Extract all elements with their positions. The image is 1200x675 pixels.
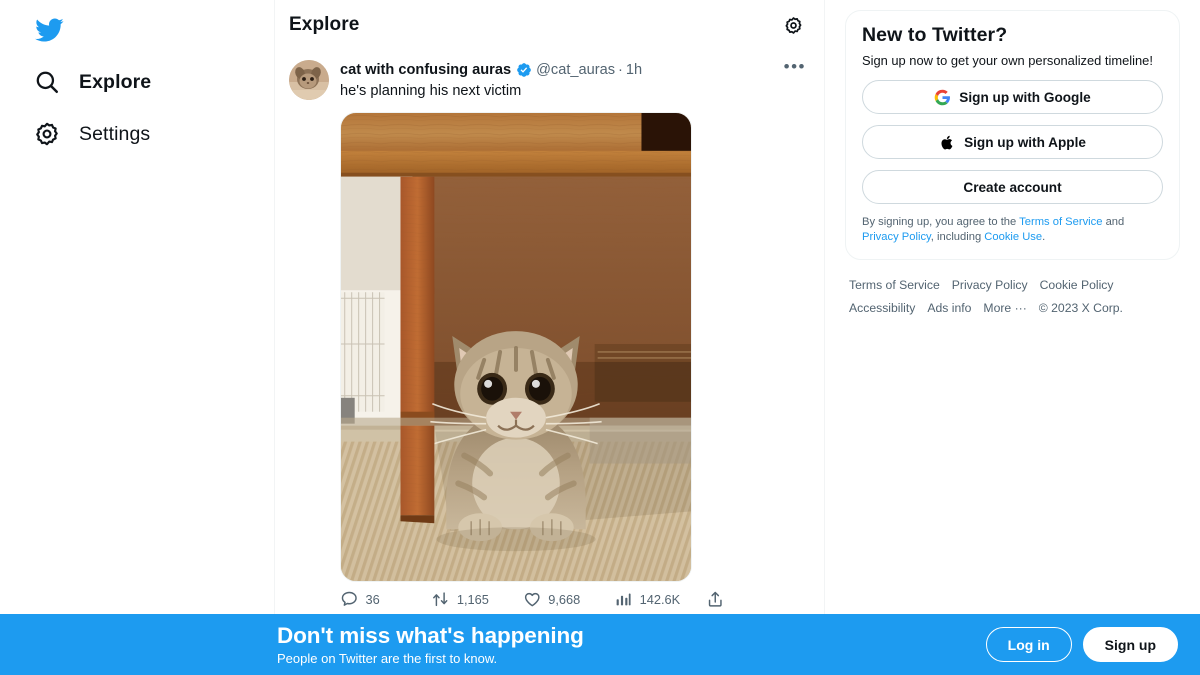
tweet-meta: cat with confusing auras @cat_auras · 1h… [340,58,810,80]
search-icon [34,69,60,95]
views-count: 142.6K [639,591,681,607]
share-icon [706,590,725,609]
tweet-separator: · [618,62,623,78]
signup-legal-text: By signing up, you agree to the Terms of… [862,215,1163,245]
like-button[interactable]: 9,668 [523,590,614,609]
signup-card-subtitle: Sign up now to get your own personalized… [862,53,1153,68]
banner-heading: Don't miss what's happening [277,622,584,648]
gear-icon [784,16,803,35]
sidebar-item-explore[interactable]: Explore [0,56,169,108]
sign-up-with-google-button[interactable]: Sign up with Google [862,80,1163,114]
signup-card: New to Twitter? Sign up now to get your … [845,10,1180,260]
center-column: Explore cat with confusing auras @cat_au… [275,0,825,675]
retweet-count: 1,165 [456,591,489,607]
footer-link-privacy-policy[interactable]: Privacy Policy [952,276,1028,295]
sidebar-item-label: Explore [79,70,152,93]
footer-copyright: © 2023 X Corp. [1038,301,1123,315]
banner-buttons: Log in Sign up [985,627,1178,662]
banner-inner: Don't miss what's happening People on Tw… [275,623,1178,667]
footer-link-ads-info[interactable]: Ads info [927,299,971,318]
google-icon [934,89,951,106]
center-header: Explore [275,0,824,50]
gear-icon [34,121,60,147]
signup-banner: Don't miss what's happening People on Tw… [0,614,1200,675]
page-title: Explore [289,14,360,35]
footer-link-cookie-policy[interactable]: Cookie Policy [1040,276,1114,295]
cookie-use-link[interactable]: Cookie Use [984,231,1042,243]
reply-icon [340,590,359,609]
create-account-label: Create account [963,179,1062,195]
heart-icon [523,590,542,609]
like-count: 9,668 [548,591,581,607]
verified-badge-icon [514,62,533,78]
share-button[interactable] [706,590,725,609]
explore-settings-button[interactable] [776,8,810,42]
views-button[interactable]: 142.6K [614,590,705,609]
twitter-bird-icon[interactable] [34,15,64,45]
terms-of-service-link[interactable]: Terms of Service [1019,216,1102,228]
twitter-explore-page: Explore Settings Explore cat with confus… [0,0,1200,675]
tweet-timestamp[interactable]: 1h [626,60,642,80]
banner-text: Don't miss what's happening People on Tw… [277,623,584,667]
log-in-button[interactable]: Log in [985,627,1072,662]
sign-up-with-apple-label: Sign up with Apple [964,134,1086,150]
left-sidebar: Explore Settings [0,0,275,675]
tweet[interactable]: cat with confusing auras @cat_auras · 1h… [275,50,824,609]
create-account-button[interactable]: Create account [862,170,1163,204]
signup-card-title: New to Twitter? [862,24,1008,46]
reply-count: 36 [365,591,380,607]
footer-link-accessibility[interactable]: Accessibility [849,299,915,318]
tweet-body: cat with confusing auras @cat_auras · 1h… [340,58,810,609]
tweet-display-name[interactable]: cat with confusing auras [340,60,511,80]
footer-link-terms-of-service[interactable]: Terms of Service [849,276,940,295]
more-options-icon[interactable]: ••• [780,58,810,78]
sign-up-button[interactable]: Sign up [1082,627,1178,662]
footer-link-more[interactable]: More ··· [983,299,1026,318]
logo-row [0,4,274,56]
sign-up-with-google-label: Sign up with Google [959,89,1091,105]
sidebar-item-settings[interactable]: Settings [0,108,168,160]
retweet-icon [431,590,450,609]
retweet-button[interactable]: 1,165 [431,590,522,609]
reply-button[interactable]: 36 [340,590,431,609]
privacy-policy-link[interactable]: Privacy Policy [862,231,931,243]
tweet-actions: 36 1,165 9,668 142.6K [340,590,740,609]
banner-subheading: People on Twitter are the first to know. [277,650,498,666]
tweet-media-image[interactable] [340,112,692,582]
avatar[interactable] [289,60,329,100]
legal-lead: By signing up, you agree to the [862,216,1020,228]
tweet-handle[interactable]: @cat_auras [536,60,615,80]
footer-links: Terms of Service Privacy Policy Cookie P… [845,276,1145,318]
tweet-text: he's planning his next victim [340,83,522,99]
sign-up-with-apple-button[interactable]: Sign up with Apple [862,125,1163,159]
apple-icon [939,134,956,151]
legal-period: . [1042,231,1046,243]
analytics-icon [614,590,633,609]
sidebar-item-label: Settings [79,122,151,145]
legal-including: , including [930,231,985,243]
legal-and: and [1102,216,1125,228]
right-sidebar: New to Twitter? Sign up now to get your … [825,0,1200,675]
